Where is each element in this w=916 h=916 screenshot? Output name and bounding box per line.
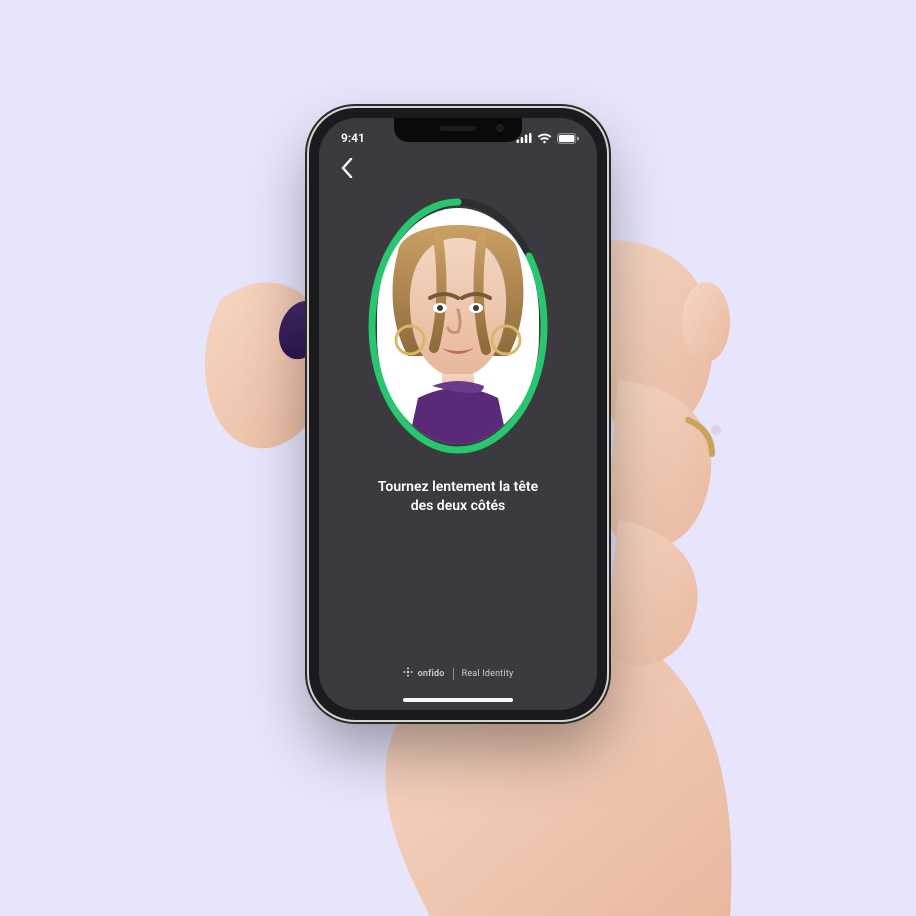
instruction-text: Tournez lentement la tête des deux côtés (319, 478, 597, 516)
wifi-icon (537, 133, 552, 144)
home-indicator (403, 698, 513, 702)
chevron-left-icon (340, 158, 354, 182)
face-capture-area[interactable] (365, 196, 551, 456)
battery-icon (557, 133, 579, 144)
back-button[interactable] (333, 156, 361, 184)
phone-screen: 9:41 (319, 118, 597, 710)
instruction-line-1: Tournez lentement la tête (378, 479, 538, 495)
phone-notch (394, 118, 522, 142)
face-avatar (377, 208, 539, 444)
brand-tagline: Real Identity (462, 669, 514, 679)
status-time: 9:41 (341, 131, 365, 145)
brand: onfido (403, 667, 445, 680)
brand-logo-icon (403, 667, 413, 680)
face-preview (377, 208, 539, 444)
footer-divider (453, 668, 454, 680)
status-icons (516, 133, 579, 144)
instruction-line-2: des deux côtés (411, 498, 506, 514)
footer-badge: onfido Real Identity (319, 667, 597, 680)
phone-frame: 9:41 (309, 108, 607, 720)
brand-name: onfido (418, 669, 445, 679)
